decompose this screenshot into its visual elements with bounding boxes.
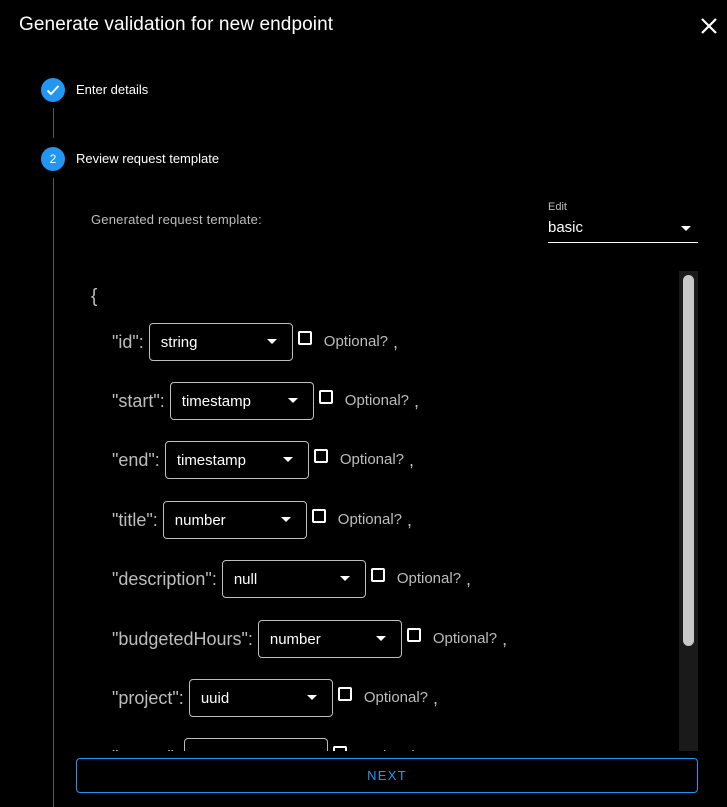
template-field-row: "budgetedHours": number Optional? , xyxy=(112,620,507,658)
field-key: "title": xyxy=(112,509,158,530)
comma: , xyxy=(393,331,399,352)
optional-checkbox[interactable] xyxy=(332,746,347,751)
close-icon xyxy=(701,18,717,34)
step-2-number: 2 xyxy=(49,152,57,166)
optional-checkbox[interactable] xyxy=(311,509,326,523)
optional-label: Optional? xyxy=(359,748,423,752)
template-field-row: "start": timestamp Optional? , xyxy=(112,382,419,420)
caret-down-icon xyxy=(287,398,298,403)
optional-label: Optional? xyxy=(363,688,429,706)
field-type-value: number xyxy=(269,631,321,648)
optional-label: Optional? xyxy=(323,332,389,350)
template-scrollbar-thumb[interactable] xyxy=(683,275,694,646)
field-type-select[interactable]: timestamp xyxy=(169,382,314,420)
template-field-row: "project": uuid Optional? , xyxy=(112,679,438,717)
request-template-editor: { "id": string Optional? , "start": time… xyxy=(76,271,698,751)
field-type-select[interactable]: null xyxy=(221,560,366,598)
field-type-value: timestamp xyxy=(181,393,251,410)
optional-checkbox[interactable] xyxy=(337,687,352,701)
field-key: "project": xyxy=(112,687,184,708)
template-field-row: "description": null Optional? , xyxy=(112,560,471,598)
caret-down-icon xyxy=(280,517,291,522)
stepper-connector xyxy=(53,108,54,138)
caret-down-icon xyxy=(339,576,350,581)
optional-checkbox[interactable] xyxy=(318,390,333,404)
comma: , xyxy=(466,568,472,589)
field-type-value: number xyxy=(174,512,226,529)
caret-down-icon xyxy=(681,226,691,231)
dialog-title: Generate validation for new endpoint xyxy=(19,14,334,35)
template-field-row: "id": string Optional? , xyxy=(112,323,398,361)
template-field-row: "title": number Optional? , xyxy=(112,501,412,539)
field-key: "owner": xyxy=(112,747,179,752)
optional-checkbox[interactable] xyxy=(313,449,328,463)
field-type-value: null xyxy=(233,571,258,588)
optional-label: Optional? xyxy=(337,510,403,528)
field-key: "start": xyxy=(112,390,165,411)
check-icon xyxy=(46,85,60,96)
field-type-select[interactable]: number xyxy=(257,620,402,658)
field-type-value: timestamp xyxy=(176,452,246,469)
step-2-active-icon: 2 xyxy=(41,147,65,171)
generated-template-label: Generated request template: xyxy=(91,212,262,227)
edit-mode-label: Edit xyxy=(548,201,567,213)
optional-checkbox[interactable] xyxy=(297,331,312,345)
edit-mode-select[interactable]: Edit basic xyxy=(548,200,698,243)
template-field-row: "end": timestamp Optional? , xyxy=(112,441,414,479)
caret-down-icon xyxy=(282,457,293,462)
next-button[interactable]: NEXT xyxy=(76,758,698,793)
field-key: "end": xyxy=(112,449,160,470)
comma: , xyxy=(428,747,433,752)
field-type-value: string xyxy=(160,334,198,351)
field-type-select[interactable]: timestamp xyxy=(164,441,309,479)
close-button[interactable] xyxy=(697,14,721,38)
field-key: "budgetedHours": xyxy=(112,628,253,649)
comma: , xyxy=(433,687,439,708)
caret-down-icon xyxy=(375,636,386,641)
comma: , xyxy=(502,628,508,649)
stepper-connector xyxy=(53,178,54,807)
optional-label: Optional? xyxy=(344,391,410,409)
template-field-row: "owner": Optional? , xyxy=(112,738,433,751)
caret-down-icon xyxy=(266,339,277,344)
optional-label: Optional? xyxy=(339,450,405,468)
open-brace: { xyxy=(91,286,98,307)
field-type-value: uuid xyxy=(200,690,230,707)
field-type-select[interactable]: uuid xyxy=(188,679,333,717)
field-key: "description": xyxy=(112,568,217,589)
edit-mode-value: basic xyxy=(548,219,584,236)
optional-label: Optional? xyxy=(396,569,462,587)
caret-down-icon xyxy=(306,695,317,700)
comma: , xyxy=(409,449,415,470)
comma: , xyxy=(407,509,413,530)
field-type-select[interactable] xyxy=(183,738,328,751)
optional-checkbox[interactable] xyxy=(406,628,421,642)
step-1-completed-icon xyxy=(41,78,65,102)
field-type-select[interactable]: number xyxy=(162,501,307,539)
step-2-label: Review request template xyxy=(76,151,220,166)
comma: , xyxy=(414,390,420,411)
optional-checkbox[interactable] xyxy=(370,568,385,582)
step-1-label: Enter details xyxy=(76,82,149,97)
optional-label: Optional? xyxy=(432,629,498,647)
field-key: "id": xyxy=(112,331,144,352)
field-type-select[interactable]: string xyxy=(148,323,293,361)
